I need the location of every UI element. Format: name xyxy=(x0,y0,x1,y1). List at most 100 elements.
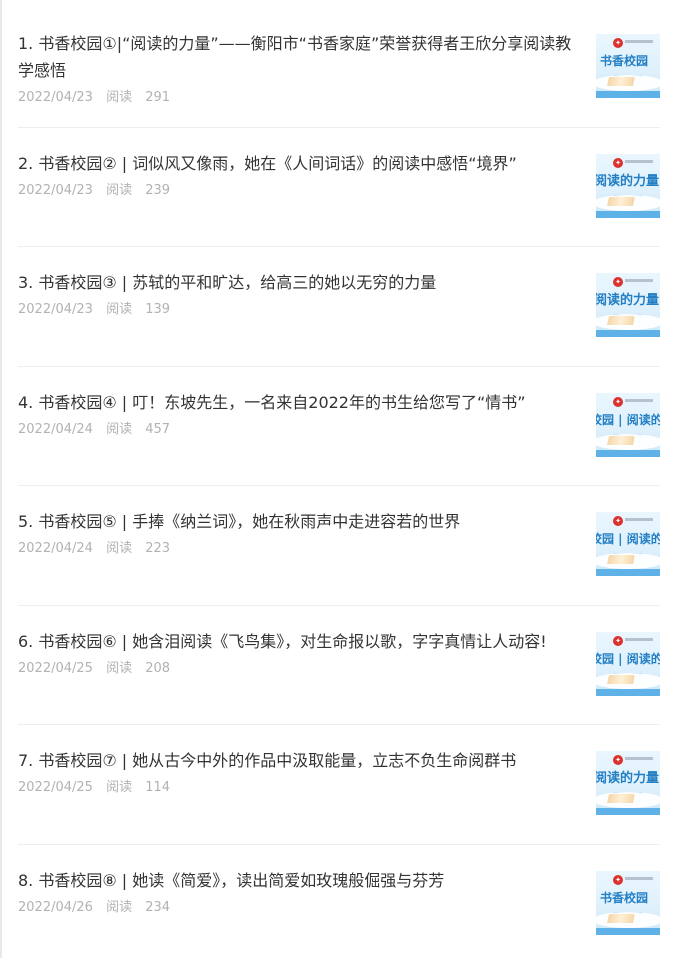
thumbnail-base-decoration xyxy=(596,330,660,337)
article-title[interactable]: 6. 书香校园⑥ | 她含泪阅读《飞鸟集》，对生命报以歌，字字真情让人动容! xyxy=(18,628,578,655)
thumbnail-text: 校园 | 阅读的 xyxy=(596,532,660,546)
read-count: 457 xyxy=(145,421,171,437)
read-label: 阅读 xyxy=(106,90,133,105)
thumbnail-base-decoration xyxy=(596,449,660,457)
article-title[interactable]: 7. 书香校园⑦ | 她从古今中外的作品中汲取能量，立志不负生命阅群书 xyxy=(18,747,578,774)
article-date: 2022/04/26 xyxy=(18,899,93,915)
article-meta: 2022/04/24 阅读 457 xyxy=(18,421,578,439)
page-left-border xyxy=(0,0,2,958)
open-book-icon xyxy=(607,316,635,325)
article-title[interactable]: 5. 书香校园⑤ | 手捧《纳兰词》，她在秋雨声中走进容若的世界 xyxy=(18,508,578,535)
read-label: 阅读 xyxy=(106,421,133,437)
read-count: 139 xyxy=(145,302,171,317)
article-text: 1. 书香校园①|“阅读的力量”——衡阳市“书香家庭”荣誉获得者王欣分享阅读教学… xyxy=(18,30,578,107)
thumbnail-small-text-decoration xyxy=(625,159,653,163)
article-meta: 2022/04/24 阅读 223 xyxy=(18,540,578,558)
article-text: 7. 书香校园⑦ | 她从古今中外的作品中汲取能量，立志不负生命阅群书 2022… xyxy=(18,747,578,797)
open-book-icon xyxy=(607,913,635,923)
article-meta: 2022/04/25 阅读 208 xyxy=(18,660,578,678)
article-thumbnail[interactable]: ✦ 书香校园 xyxy=(596,870,660,935)
article-meta: 2022/04/23 阅读 239 xyxy=(18,182,578,200)
thumbnail-small-text-decoration xyxy=(625,398,653,402)
article-date: 2022/04/24 xyxy=(18,541,93,556)
thumbnail-text: 书香校园 xyxy=(600,890,649,905)
school-badge-icon: ✦ xyxy=(613,157,623,168)
read-count: 208 xyxy=(145,660,171,676)
article-date: 2022/04/23 xyxy=(18,90,93,105)
open-book-icon xyxy=(607,555,635,564)
thumbnail-small-text-decoration xyxy=(625,876,653,880)
article-list-page: 1. 书香校园①|“阅读的力量”——衡阳市“书香家庭”荣誉获得者王欣分享阅读教学… xyxy=(0,0,674,958)
read-count: 239 xyxy=(145,182,171,198)
article-item[interactable]: 4. 书香校园④ | 叮！东坡先生，一名来自2022年的书生给您写了“情书” 2… xyxy=(18,367,660,486)
thumbnail-small-text-decoration xyxy=(625,518,653,521)
school-badge-icon: ✦ xyxy=(613,38,623,48)
thumbnail-text: 阅读的力量 xyxy=(596,771,660,786)
read-label: 阅读 xyxy=(106,899,133,915)
article-meta: 2022/04/23 阅读 291 xyxy=(18,89,578,107)
article-date: 2022/04/25 xyxy=(18,660,93,676)
thumbnail-text: 校园 | 阅读的 xyxy=(596,651,660,666)
article-thumbnail[interactable]: ✦ 阅读的力量 xyxy=(596,751,660,815)
article-text: 3. 书香校园③ | 苏轼的平和旷达，给高三的她以无穷的力量 2022/04/2… xyxy=(18,269,578,319)
article-date: 2022/04/23 xyxy=(18,302,93,317)
article-text: 6. 书香校园⑥ | 她含泪阅读《飞鸟集》，对生命报以歌，字字真情让人动容! 2… xyxy=(18,628,578,678)
school-badge-icon: ✦ xyxy=(613,755,623,765)
read-label: 阅读 xyxy=(106,182,133,198)
article-thumbnail[interactable]: ✦ 校园 | 阅读的 xyxy=(596,631,660,696)
article-text: 8. 书香校园⑧ | 她读《简爱》，读出简爱如玫瑰般倔强与芬芳 2022/04/… xyxy=(18,867,578,917)
read-label: 阅读 xyxy=(106,302,133,317)
article-item[interactable]: 8. 书香校园⑧ | 她读《简爱》，读出简爱如玫瑰般倔强与芬芳 2022/04/… xyxy=(18,845,660,958)
thumbnail-base-decoration xyxy=(596,808,660,815)
article-meta: 2022/04/26 阅读 234 xyxy=(18,899,578,917)
thumbnail-small-text-decoration xyxy=(625,757,653,760)
article-list: 1. 书香校园①|“阅读的力量”——衡阳市“书香家庭”荣誉获得者王欣分享阅读教学… xyxy=(18,8,660,958)
article-thumbnail[interactable]: ✦ 书香校园 xyxy=(596,34,660,98)
school-badge-icon: ✦ xyxy=(613,635,623,646)
thumbnail-base-decoration xyxy=(596,569,660,576)
open-book-icon xyxy=(607,196,635,206)
read-count: 223 xyxy=(145,541,171,556)
read-label: 阅读 xyxy=(106,541,133,556)
school-badge-icon: ✦ xyxy=(613,396,623,407)
thumbnail-base-decoration xyxy=(596,91,660,98)
open-book-icon xyxy=(607,674,635,684)
article-meta: 2022/04/25 阅读 114 xyxy=(18,779,578,797)
read-count: 234 xyxy=(145,899,171,915)
article-date: 2022/04/25 xyxy=(18,780,93,795)
article-item[interactable]: 5. 书香校园⑤ | 手捧《纳兰词》，她在秋雨声中走进容若的世界 2022/04… xyxy=(18,486,660,606)
thumbnail-base-decoration xyxy=(596,210,660,218)
thumbnail-base-decoration xyxy=(596,927,660,935)
article-text: 5. 书香校园⑤ | 手捧《纳兰词》，她在秋雨声中走进容若的世界 2022/04… xyxy=(18,508,578,558)
school-badge-icon: ✦ xyxy=(613,277,623,287)
thumbnail-small-text-decoration xyxy=(625,637,653,641)
read-label: 阅读 xyxy=(106,660,133,676)
article-title[interactable]: 8. 书香校园⑧ | 她读《简爱》，读出简爱如玫瑰般倔强与芬芳 xyxy=(18,867,578,894)
article-title[interactable]: 4. 书香校园④ | 叮！东坡先生，一名来自2022年的书生给您写了“情书” xyxy=(18,389,578,416)
article-thumbnail[interactable]: ✦ 阅读的力量 xyxy=(596,153,660,218)
thumbnail-small-text-decoration xyxy=(625,40,653,43)
article-thumbnail[interactable]: ✦ 校园 | 阅读的 xyxy=(596,392,660,457)
thumbnail-text: 书香校园 xyxy=(600,54,649,68)
open-book-icon xyxy=(607,794,635,803)
thumbnail-base-decoration xyxy=(596,688,660,696)
article-date: 2022/04/23 xyxy=(18,182,93,198)
article-title[interactable]: 2. 书香校园② | 词似风又像雨，她在《人间词话》的阅读中感悟“境界” xyxy=(18,150,578,177)
article-thumbnail[interactable]: ✦ 校园 | 阅读的 xyxy=(596,512,660,576)
thumbnail-text: 阅读的力量 xyxy=(596,293,660,308)
thumbnail-small-text-decoration xyxy=(625,279,653,282)
thumbnail-text: 校园 | 阅读的 xyxy=(596,412,660,427)
article-title[interactable]: 3. 书香校园③ | 苏轼的平和旷达，给高三的她以无穷的力量 xyxy=(18,269,578,296)
article-text: 2. 书香校园② | 词似风又像雨，她在《人间词话》的阅读中感悟“境界” 202… xyxy=(18,150,578,200)
school-badge-icon: ✦ xyxy=(613,516,623,526)
article-item[interactable]: 6. 书香校园⑥ | 她含泪阅读《飞鸟集》，对生命报以歌，字字真情让人动容! 2… xyxy=(18,606,660,725)
article-item[interactable]: 1. 书香校园①|“阅读的力量”——衡阳市“书香家庭”荣誉获得者王欣分享阅读教学… xyxy=(18,8,660,128)
article-title[interactable]: 1. 书香校园①|“阅读的力量”——衡阳市“书香家庭”荣誉获得者王欣分享阅读教学… xyxy=(18,30,578,84)
article-item[interactable]: 2. 书香校园② | 词似风又像雨，她在《人间词话》的阅读中感悟“境界” 202… xyxy=(18,128,660,247)
article-thumbnail[interactable]: ✦ 阅读的力量 xyxy=(596,273,660,337)
open-book-icon xyxy=(607,77,635,86)
article-meta: 2022/04/23 阅读 139 xyxy=(18,301,578,319)
article-item[interactable]: 7. 书香校园⑦ | 她从古今中外的作品中汲取能量，立志不负生命阅群书 2022… xyxy=(18,725,660,845)
article-item[interactable]: 3. 书香校园③ | 苏轼的平和旷达，给高三的她以无穷的力量 2022/04/2… xyxy=(18,247,660,367)
read-count: 114 xyxy=(145,780,171,795)
